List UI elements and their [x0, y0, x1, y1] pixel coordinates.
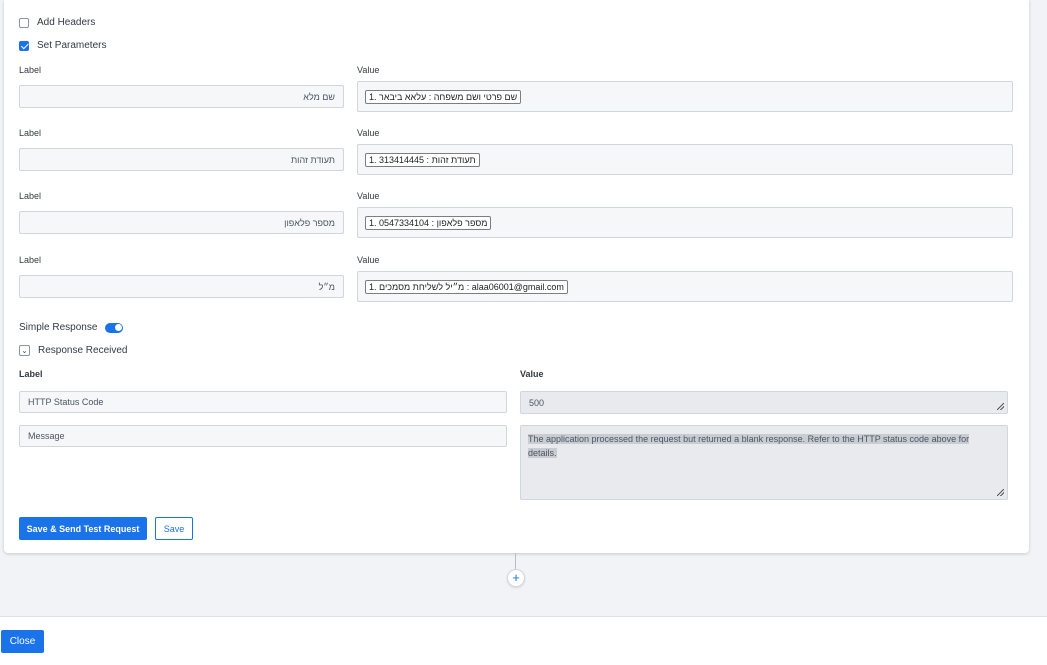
resize-handle-icon[interactable]: [997, 489, 1004, 496]
param-value-header: Value: [357, 255, 380, 265]
add-headers-option[interactable]: Add Headers: [19, 17, 95, 28]
simple-response-label: Simple Response: [19, 322, 98, 333]
message-value: The application processed the request bu…: [528, 434, 970, 458]
save-button[interactable]: Save: [155, 517, 193, 540]
param-label-input[interactable]: שם מלא: [19, 85, 344, 108]
param-label-header: Label: [19, 191, 42, 201]
param-value-input[interactable]: 1. 0547334104 : מספר פלאפון: [357, 207, 1013, 238]
param-value-input[interactable]: 1. שם פרטי ושם משפחה : עלאא ביבאר: [357, 81, 1013, 112]
param-value-input[interactable]: 1. מ״יל לשליחת מסמכים : alaa06001@gmail.…: [357, 271, 1013, 302]
dialog-footer: Close: [0, 616, 1047, 665]
chevron-down-icon[interactable]: ⌄: [19, 345, 30, 356]
response-received-label: Response Received: [38, 345, 128, 356]
add-headers-label: Add Headers: [37, 17, 96, 28]
status-code-label-field: HTTP Status Code: [19, 391, 507, 413]
message-value-field: The application processed the request bu…: [520, 425, 1008, 500]
param-value-input[interactable]: 1. 313414445 : תעודת זהות: [357, 144, 1013, 175]
param-value-token[interactable]: 1. מ״יל לשליחת מסמכים : alaa06001@gmail.…: [365, 279, 568, 294]
simple-response-toggle[interactable]: [105, 322, 124, 333]
param-value-token[interactable]: 1. שם פרטי ושם משפחה : עלאא ביבאר: [365, 89, 522, 104]
param-value-token[interactable]: 1. 0547334104 : מספר פלאפון: [365, 215, 492, 230]
set-parameters-checkbox[interactable]: [19, 40, 29, 51]
message-label-field: Message: [19, 425, 507, 447]
simple-response-option: Simple Response: [19, 322, 124, 333]
param-value-header: Value: [357, 128, 380, 138]
param-value-token[interactable]: 1. 313414445 : תעודת זהות: [365, 152, 480, 167]
param-label-header: Label: [19, 255, 42, 265]
param-value-header: Value: [357, 191, 380, 201]
status-code-value: 500: [529, 397, 545, 408]
response-label-header: Label: [19, 369, 43, 379]
http-request-step-card: Add Headers Set Parameters Label Value ש…: [4, 0, 1029, 553]
plus-icon: +: [512, 570, 520, 585]
add-step-button[interactable]: +: [507, 569, 525, 587]
param-label-input[interactable]: מספר פלאפון: [19, 211, 344, 234]
add-headers-checkbox[interactable]: [19, 17, 29, 28]
set-parameters-option[interactable]: Set Parameters: [19, 40, 106, 51]
param-label-header: Label: [19, 65, 42, 75]
param-label-input[interactable]: מ״ל: [19, 275, 344, 298]
param-label-input[interactable]: תעודת זהות: [19, 148, 344, 171]
param-label-header: Label: [19, 128, 42, 138]
step-connector-line: [515, 553, 516, 570]
param-value-header: Value: [357, 65, 380, 75]
save-and-send-test-request-button[interactable]: Save & Send Test Request: [19, 517, 147, 540]
close-button[interactable]: Close: [1, 630, 44, 653]
resize-handle-icon[interactable]: [997, 403, 1004, 410]
status-code-value-field: 500: [520, 391, 1008, 414]
response-received-header[interactable]: ⌄ Response Received: [19, 345, 128, 356]
response-value-header: Value: [520, 369, 544, 379]
set-parameters-label: Set Parameters: [37, 40, 107, 51]
